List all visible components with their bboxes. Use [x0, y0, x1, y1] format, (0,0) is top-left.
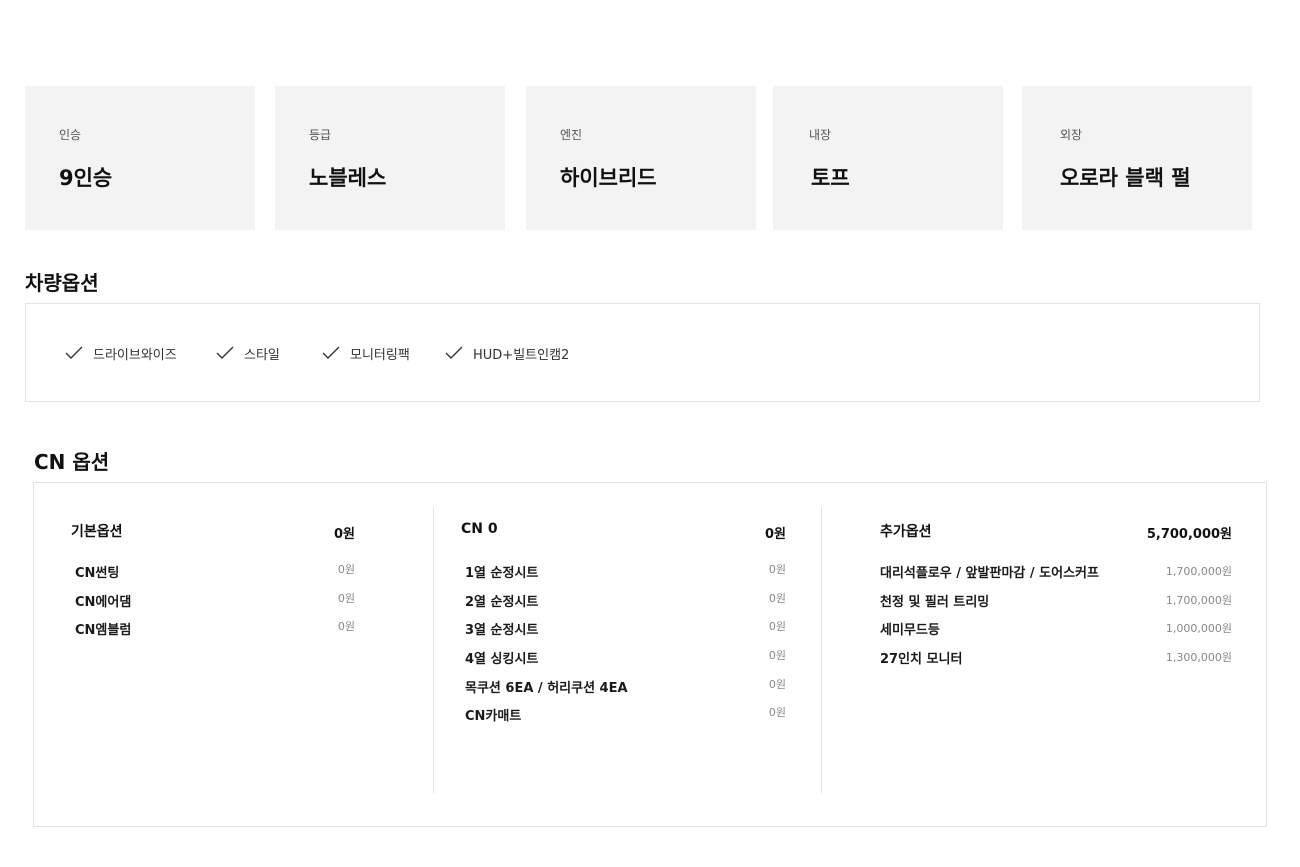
vehicle-option-label: 드라이브와이즈	[93, 347, 177, 363]
option-row-price: 0원	[768, 706, 786, 719]
spec-value: 토프	[811, 166, 850, 190]
option-row-price: 0원	[768, 620, 786, 633]
option-row-price: 1,700,000원	[1165, 565, 1232, 578]
option-row-price: 0원	[337, 620, 355, 633]
option-row-name: CN썬팅	[75, 566, 120, 581]
option-row-price: 0원	[768, 592, 786, 605]
column-divider	[821, 507, 822, 793]
option-row-price: 0원	[337, 592, 355, 605]
option-row-price: 0원	[337, 563, 355, 576]
column-header: 추가옵션	[880, 524, 932, 540]
option-row-name: 1열 순정시트	[465, 566, 539, 581]
option-row-name: CN카매트	[465, 709, 522, 724]
spec-value: 9인승	[59, 166, 113, 190]
option-row-name: 4열 싱킹시트	[465, 652, 539, 667]
spec-value: 노블레스	[309, 166, 387, 190]
spec-label: 엔진	[560, 128, 583, 142]
spec-value: 하이브리드	[560, 166, 657, 190]
vehicle-option-label: 스타일	[244, 347, 280, 363]
option-row-price: 0원	[768, 649, 786, 662]
option-row-price: 1,000,000원	[1165, 622, 1232, 635]
option-row-name: 대리석플로우 / 앞발판마감 / 도어스커프	[880, 566, 1099, 581]
vehicle-option-label: 모니터링팩	[350, 347, 410, 363]
check-icon	[322, 346, 340, 359]
column-divider	[433, 507, 434, 793]
spec-label: 인승	[59, 128, 82, 142]
option-row-price: 0원	[768, 563, 786, 576]
option-row-name: 3열 순정시트	[465, 623, 539, 638]
column-header: CN 0	[461, 521, 498, 537]
spec-value: 오로라 블랙 펄	[1060, 166, 1191, 190]
vehicle-option-label: HUD+빌트인캠2	[473, 347, 570, 363]
column-header-price: 0원	[764, 527, 786, 542]
option-row-name: CN에어댐	[75, 595, 132, 610]
vehicle-options-title: 차량옵션	[25, 271, 99, 295]
check-icon	[65, 346, 83, 359]
cn-options-title: CN 옵션	[34, 450, 110, 474]
spec-label: 등급	[309, 128, 332, 142]
option-row-name: 천정 및 필러 트리밍	[880, 595, 990, 610]
vehicle-option-item: 스타일	[216, 343, 280, 363]
vehicle-option-item: HUD+빌트인캠2	[445, 343, 569, 363]
spec-card-engine: 엔진 하이브리드	[526, 86, 756, 230]
spec-card-exterior: 외장 오로라 블랙 펄	[1022, 86, 1252, 230]
column-header: 기본옵션	[71, 524, 123, 540]
spec-card-trim: 등급 노블레스	[275, 86, 505, 230]
cn-options-box: 기본옵션 0원 CN썬팅 0원 CN에어댐 0원 CN엠블럼 0원 CN 0 0…	[33, 482, 1267, 827]
option-row-name: 목쿠션 6EA / 허리쿠션 4EA	[465, 681, 628, 696]
option-row-name: 세미무드등	[880, 623, 940, 638]
option-row-price: 1,300,000원	[1165, 651, 1232, 664]
option-row-price: 0원	[768, 678, 786, 691]
spec-label: 내장	[809, 128, 832, 142]
option-row-name: 27인치 모니터	[880, 652, 963, 667]
vehicle-options-box: 드라이브와이즈 스타일 모니터링팩 HUD+빌트인캠2	[25, 303, 1260, 402]
vehicle-option-item: 드라이브와이즈	[65, 343, 177, 363]
vehicle-option-item: 모니터링팩	[322, 343, 410, 363]
check-icon	[216, 346, 234, 359]
column-header-price: 5,700,000원	[1146, 527, 1232, 542]
check-icon	[445, 346, 463, 359]
column-header-price: 0원	[333, 527, 355, 542]
option-row-price: 1,700,000원	[1165, 594, 1232, 607]
option-row-name: CN엠블럼	[75, 623, 132, 638]
spec-label: 외장	[1060, 128, 1083, 142]
spec-card-seats: 인승 9인승	[25, 86, 255, 230]
option-row-name: 2열 순정시트	[465, 595, 539, 610]
spec-card-interior: 내장 토프	[773, 86, 1003, 230]
